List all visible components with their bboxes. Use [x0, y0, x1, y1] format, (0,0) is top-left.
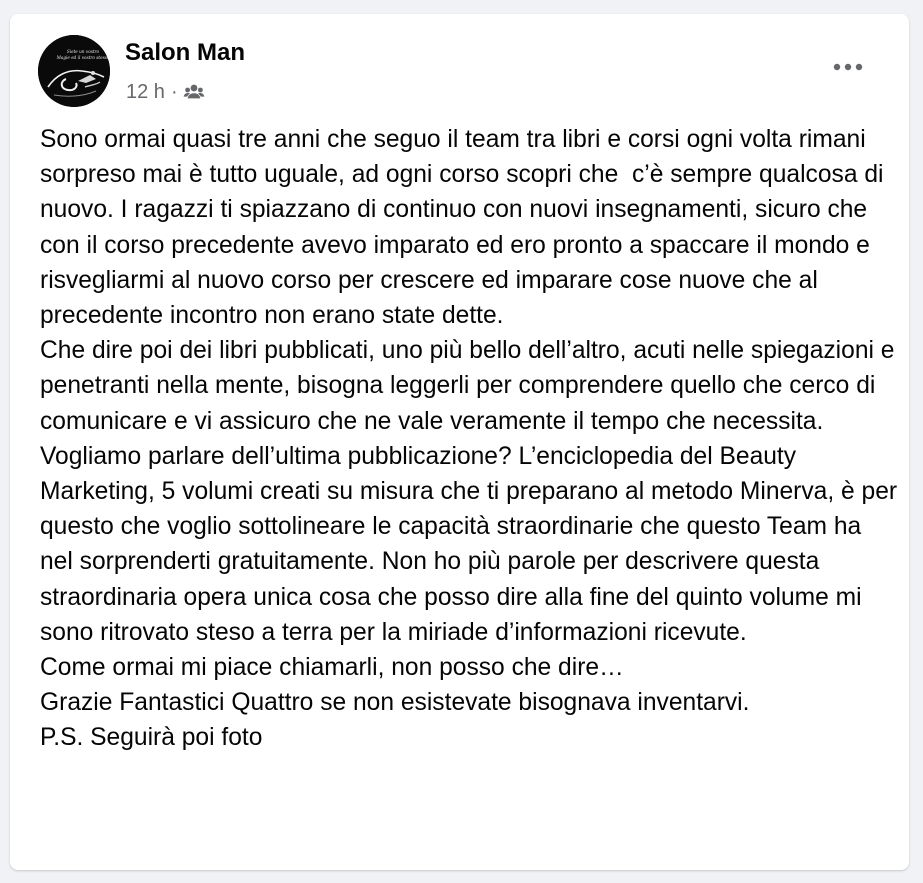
svg-text:Siete un vostro: Siete un vostro	[67, 49, 100, 54]
post-card: Siete un vostro Magie ed il vostro stess…	[10, 14, 909, 870]
more-options-button[interactable]	[826, 49, 870, 85]
post-paragraph: Come ormai mi piace chiamarli, non posso…	[40, 654, 624, 682]
avatar[interactable]: Siete un vostro Magie ed il vostro stess…	[38, 35, 110, 107]
author-name[interactable]: Salon Man	[125, 39, 245, 67]
post-paragraph: Che dire poi dei libri pubblicati, uno p…	[40, 337, 902, 435]
post-paragraph: Vogliamo parlare dell’ultima pubblicazio…	[40, 442, 904, 646]
meta-separator: ·	[170, 80, 178, 103]
post-paragraph: Grazie Fantastici Quattro se non esistev…	[40, 689, 750, 717]
post-meta: 12 h ·	[126, 79, 205, 105]
svg-text:Magie ed il vostro stesso: Magie ed il vostro stesso	[56, 55, 110, 60]
post-paragraph: P.S. Seguirà poi foto	[40, 724, 263, 752]
post-timestamp[interactable]: 12 h	[126, 81, 165, 104]
post-paragraph: Sono ormai quasi tre anni che seguo il t…	[40, 126, 891, 330]
more-options-icon	[833, 63, 863, 71]
post-body: Sono ormai quasi tre anni che seguo il t…	[40, 122, 900, 756]
salon-logo-icon: Siete un vostro Magie ed il vostro stess…	[38, 35, 110, 107]
friends-icon	[183, 84, 205, 99]
audience-selector[interactable]	[183, 81, 205, 103]
